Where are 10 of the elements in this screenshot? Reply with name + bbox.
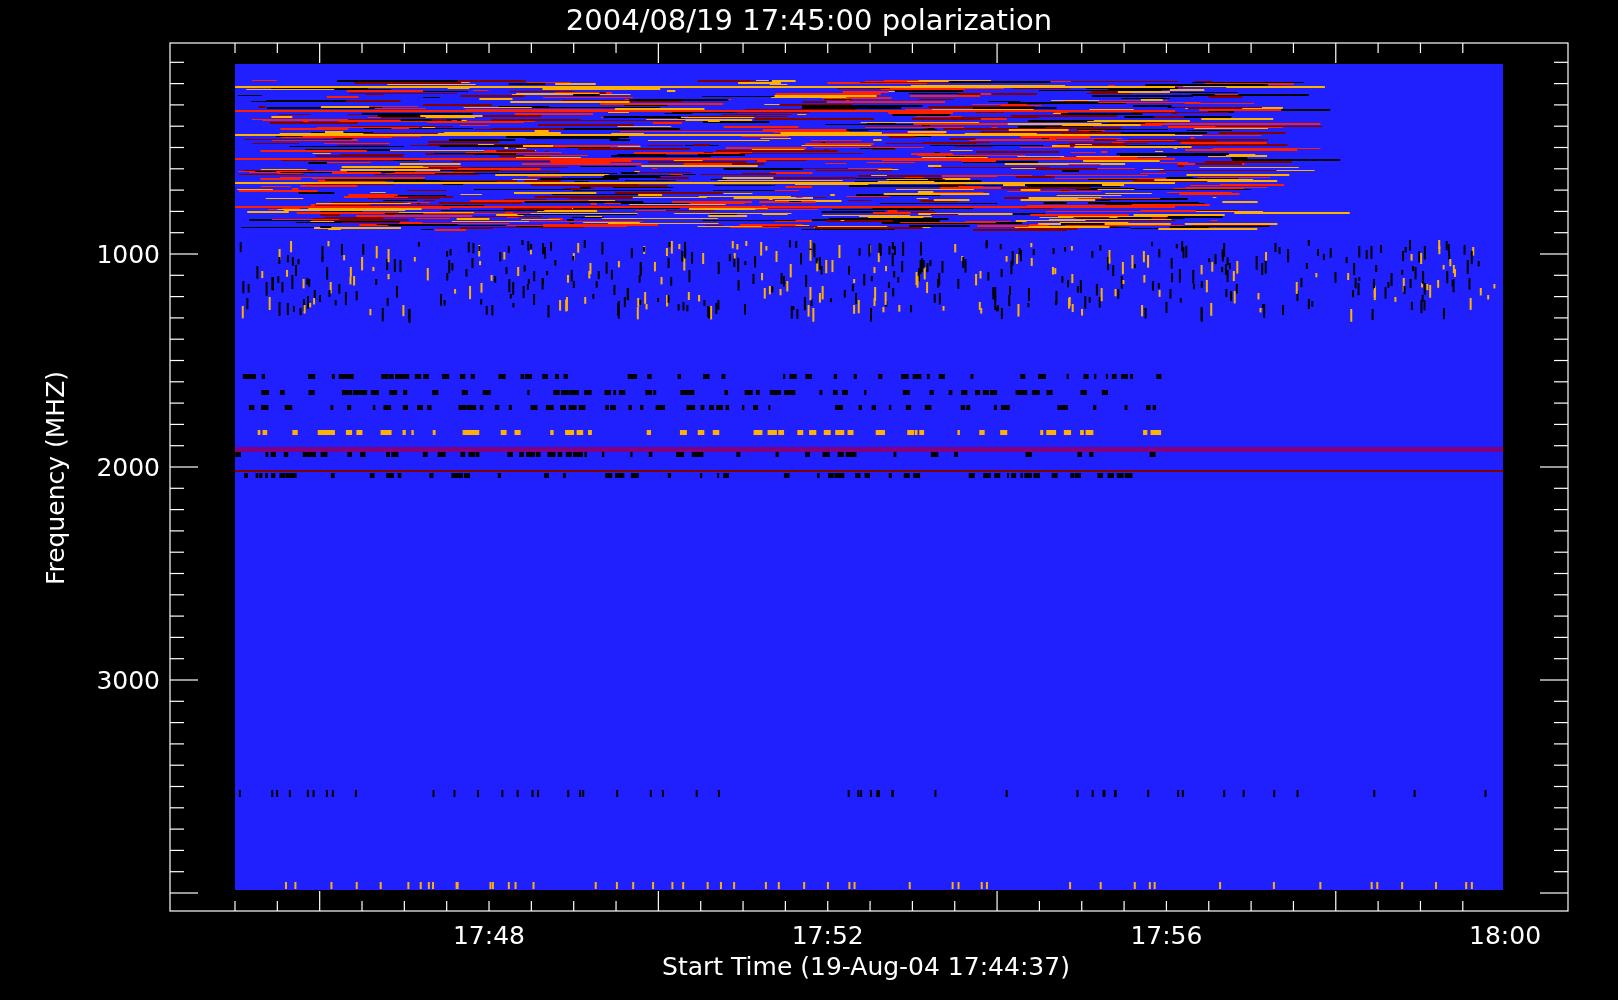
plot-title: 2004/08/19 17:45:00 polarization xyxy=(565,3,1053,37)
x-tick-label: 17:56 xyxy=(1130,921,1203,950)
x-tick-label: 17:48 xyxy=(453,921,525,950)
x-tick-label: 18:00 xyxy=(1469,921,1542,950)
x-tick-label: 17:52 xyxy=(791,921,864,950)
x-axis-label: Start Time (19-Aug-04 17:44:37) xyxy=(662,952,1070,981)
y-tick-label: 2000 xyxy=(96,453,160,482)
y-tick-label: 1000 xyxy=(96,240,160,269)
y-axis-label: Frequency (MHZ) xyxy=(41,370,70,586)
y-tick-label: 3000 xyxy=(96,666,160,695)
